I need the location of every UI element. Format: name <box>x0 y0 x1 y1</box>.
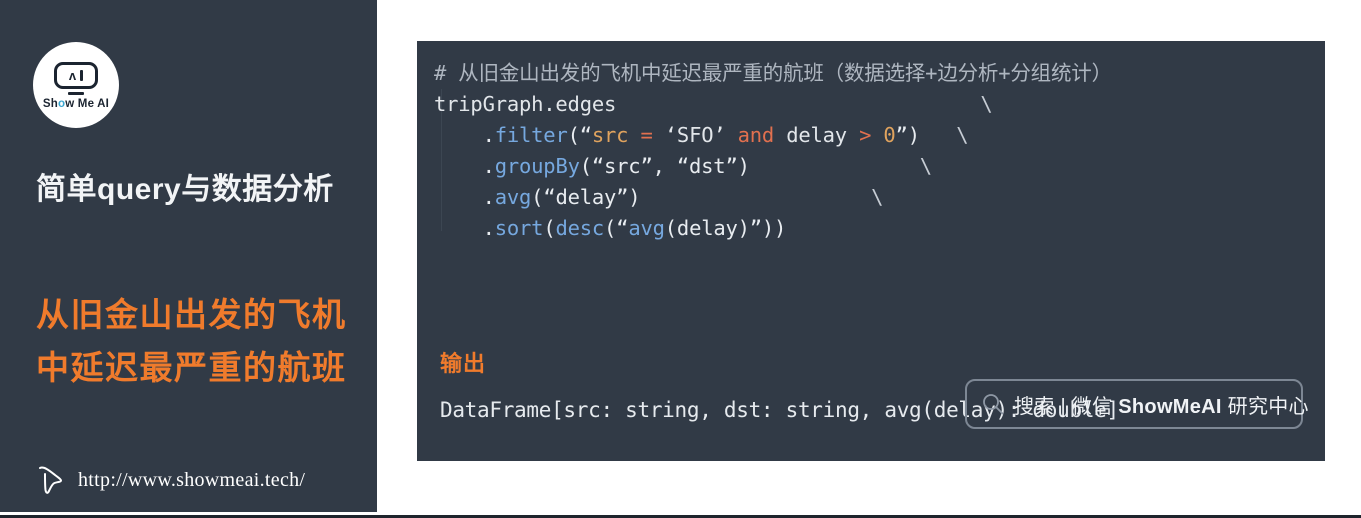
logo-wordmark-before: Sh <box>42 98 59 110</box>
code-token-slash: \ <box>956 123 969 147</box>
logo-circle: ʌ Show Me AI <box>33 42 119 128</box>
code-token-punc: . <box>482 154 495 178</box>
code-token-fn: sort <box>494 216 544 240</box>
code-token-punc: ( <box>543 216 556 240</box>
code-token-punc: (delay)”)) <box>664 216 787 240</box>
badge-prefix: 搜索 | 微信 <box>1014 395 1119 418</box>
code-token-slash: \ <box>980 92 993 116</box>
sidebar: ʌ Show Me AI 简单query与数据分析 从旧金山出发的飞机 中延迟最… <box>0 0 377 512</box>
code-token-punc: ”) <box>895 123 920 147</box>
caret-glyph: ʌ <box>68 68 77 83</box>
code-token-punc: (“ <box>604 216 629 240</box>
code-block[interactable]: # 从旧金山出发的飞机中延迟最严重的航班（数据选择+边分析+分组统计） trip… <box>434 58 1313 244</box>
headline-line-2: 中延迟最严重的航班 <box>36 349 347 387</box>
logo-stem <box>68 92 84 95</box>
brand-logo[interactable]: ʌ Show Me AI <box>33 42 119 128</box>
code-token-punc: . <box>482 123 495 147</box>
cursor-pointer-icon <box>39 466 62 494</box>
search-badge-text: 搜索 | 微信 ShowMeAI 研究中心 <box>1014 390 1309 419</box>
code-token-num: 0 <box>883 123 896 147</box>
content-area: # 从旧金山出发的飞机中延迟最严重的航班（数据选择+边分析+分组统计） trip… <box>377 0 1361 512</box>
badge-suffix: 研究中心 <box>1221 395 1309 418</box>
headline-line-1: 从旧金山出发的飞机 <box>36 296 347 333</box>
search-icon <box>983 394 1004 415</box>
code-card: # 从旧金山出发的飞机中延迟最严重的航班（数据选择+边分析+分组统计） trip… <box>417 41 1325 461</box>
code-token-fn: avg <box>628 216 665 240</box>
code-token-plain: tripGraph.edges <box>434 92 617 116</box>
code-token-plain: delay <box>774 123 860 147</box>
code-token-op: and <box>737 123 775 147</box>
robot-face-icon: ʌ <box>54 62 98 89</box>
badge-brand: ShowMeAI <box>1118 395 1222 418</box>
code-token-punc: (“delay”) <box>531 185 641 209</box>
code-comment-line: # 从旧金山出发的飞机中延迟最严重的航班（数据选择+边分析+分组统计） <box>434 58 1313 89</box>
site-url-text: http://www.showmeai.tech/ <box>78 468 306 491</box>
code-token-slash: \ <box>919 154 932 178</box>
output-label: 输出 <box>440 351 487 376</box>
sidebar-subtitle: 简单query与数据分析 <box>36 173 334 206</box>
code-token-fn: avg <box>494 185 532 209</box>
code-body: tripGraph.edges \ .filter(“src = ‘SFO’ a… <box>434 89 1313 244</box>
code-token-punc: . <box>482 216 495 240</box>
code-token-plain: ‘SFO’ <box>652 123 738 147</box>
bar-glyph <box>80 70 84 81</box>
slide-page: ʌ Show Me AI 简单query与数据分析 从旧金山出发的飞机 中延迟最… <box>0 0 1361 518</box>
code-token-fn: desc <box>555 216 605 240</box>
code-token-str: src <box>591 123 629 147</box>
logo-wordmark: Show Me AI <box>43 98 109 110</box>
code-token-punc: (“src”, “dst”) <box>579 154 750 178</box>
search-badge[interactable]: 搜索 | 微信 ShowMeAI 研究中心 <box>965 379 1309 429</box>
logo-wordmark-after: w Me AI <box>65 98 110 110</box>
sidebar-headline: 从旧金山出发的飞机 中延迟最严重的航班 <box>36 288 376 395</box>
code-token-op: = <box>640 123 653 147</box>
code-token-slash: \ <box>871 185 884 209</box>
code-comment-text: # 从旧金山出发的飞机中延迟最严重的航班（数据选择+边分析+分组统计） <box>434 61 1112 85</box>
code-token-fn: filter <box>494 123 568 147</box>
site-url-row[interactable]: http://www.showmeai.tech/ <box>35 464 305 496</box>
code-token-punc: . <box>482 185 495 209</box>
code-token-fn: groupBy <box>494 154 580 178</box>
code-token-op: > <box>859 123 872 147</box>
code-token-punc: (“ <box>567 123 592 147</box>
